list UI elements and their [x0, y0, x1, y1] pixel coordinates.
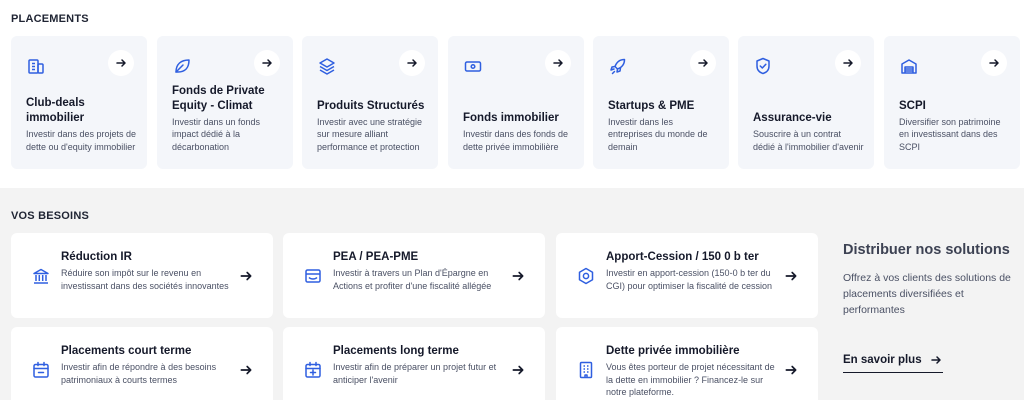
promo-text: Offrez à vos clients des solutions de pl… [843, 272, 1011, 316]
need-title: Placements long terme [333, 345, 459, 357]
arrow-right-icon [930, 356, 941, 364]
card-title: Fonds de Private Equity - Climat [172, 84, 265, 112]
placements-heading: PLACEMENTS [11, 13, 89, 25]
need-title: Dette privée immobilière [606, 345, 740, 357]
card-scpi[interactable]: SCPI Diversifier son patrimoine en inves… [884, 36, 1020, 169]
banknote-icon [463, 56, 483, 76]
bank-icon [31, 266, 51, 286]
arrow-right-icon[interactable] [108, 50, 134, 76]
arrow-right-icon[interactable] [981, 50, 1007, 76]
arrow-right-icon[interactable] [239, 269, 253, 283]
arrow-right-icon[interactable] [835, 50, 861, 76]
card-description: Souscrire à un contrat dédié à l'immobil… [753, 129, 864, 152]
promo-title: Distribuer nos solutions [843, 242, 1010, 258]
learn-more-link[interactable]: En savoir plus [843, 354, 943, 373]
arrow-right-icon[interactable] [254, 50, 280, 76]
shield-check-icon [753, 56, 773, 76]
need-description: Réduire son impôt sur le revenu en inves… [61, 268, 229, 291]
need-description: Investir afin de préparer un projet futu… [333, 362, 497, 385]
card-fonds-immobilier[interactable]: Fonds immobilier Investir dans des fonds… [448, 36, 584, 169]
card-description: Investir dans un fonds impact dédié à la… [172, 116, 261, 152]
calendar-plus-icon [303, 360, 323, 380]
card-startups-pme[interactable]: Startups & PME Investir dans les entrepr… [593, 36, 729, 169]
card-title: Assurance-vie [753, 112, 832, 124]
building-icon [26, 56, 46, 76]
office-building-icon [576, 360, 596, 380]
card-title: SCPI [899, 99, 926, 112]
hexagon-icon [576, 266, 596, 286]
arrow-right-icon[interactable] [690, 50, 716, 76]
card-description: Investir dans des projets de dette ou d'… [26, 129, 137, 152]
placements-section: PLACEMENTS Club-deals immobilier Investi… [0, 0, 1024, 188]
rocket-icon [608, 56, 628, 76]
card-title: Produits Structurés [317, 99, 425, 112]
distribution-promo: Distribuer nos solutions Offrez à vos cl… [843, 238, 1013, 373]
learn-more-label: En savoir plus [843, 354, 922, 366]
besoins-section: VOS BESOINS Réduction IR Réduire son imp… [0, 188, 1024, 400]
arrow-right-icon[interactable] [784, 269, 798, 283]
arrow-right-icon[interactable] [545, 50, 571, 76]
need-description: Investir afin de répondre à des besoins … [61, 362, 217, 385]
card-private-equity[interactable]: Fonds de Private Equity - Climat Investi… [157, 36, 293, 169]
calendar-minus-icon [31, 360, 51, 380]
besoins-heading: VOS BESOINS [11, 210, 89, 222]
arrow-right-icon[interactable] [511, 269, 525, 283]
card-description: Investir dans des fonds de dette privée … [463, 129, 569, 152]
need-title: Apport-Cession / 150 0 b ter [606, 251, 759, 263]
card-description: Investir dans les entreprises du monde d… [608, 116, 708, 152]
need-pea[interactable]: PEA / PEA-PME Investir à travers un Plan… [283, 233, 545, 318]
arrow-right-icon[interactable] [399, 50, 425, 76]
layers-icon [317, 56, 337, 76]
card-produits-structures[interactable]: Produits Structurés Investir avec une st… [302, 36, 438, 169]
card-description: Diversifier son patrimoine en investissa… [899, 116, 1001, 152]
need-description: Vous êtes porteur de projet nécessitant … [606, 362, 775, 397]
need-title: Réduction IR [61, 251, 132, 263]
arrow-right-icon[interactable] [239, 363, 253, 377]
card-title: Club-deals immobilier [26, 97, 85, 124]
card-title: Startups & PME [608, 99, 695, 112]
card-club-deals[interactable]: Club-deals immobilier Investir dans des … [11, 36, 147, 169]
arrow-right-icon[interactable] [511, 363, 525, 377]
warehouse-icon [899, 56, 919, 76]
card-description: Investir avec une stratégie sur mesure a… [317, 116, 423, 152]
wallet-icon [303, 266, 323, 286]
leaf-icon [172, 56, 192, 76]
need-apport-cession[interactable]: Apport-Cession / 150 0 b ter Investir en… [556, 233, 818, 318]
need-description: Investir à travers un Plan d'Épargne en … [333, 268, 492, 291]
need-title: PEA / PEA-PME [333, 251, 419, 263]
card-assurance-vie[interactable]: Assurance-vie Souscrire à un contrat déd… [738, 36, 874, 169]
need-title: Placements court terme [61, 345, 192, 357]
need-long-terme[interactable]: Placements long terme Investir afin de p… [283, 327, 545, 400]
arrow-right-icon[interactable] [784, 363, 798, 377]
need-court-terme[interactable]: Placements court terme Investir afin de … [11, 327, 273, 400]
need-description: Investir en apport-cession (150-0 b ter … [606, 268, 773, 291]
need-dette-privee[interactable]: Dette privée immobilière Vous êtes porte… [556, 327, 818, 400]
need-reduction-ir[interactable]: Réduction IR Réduire son impôt sur le re… [11, 233, 273, 318]
card-title: Fonds immobilier [463, 112, 559, 124]
